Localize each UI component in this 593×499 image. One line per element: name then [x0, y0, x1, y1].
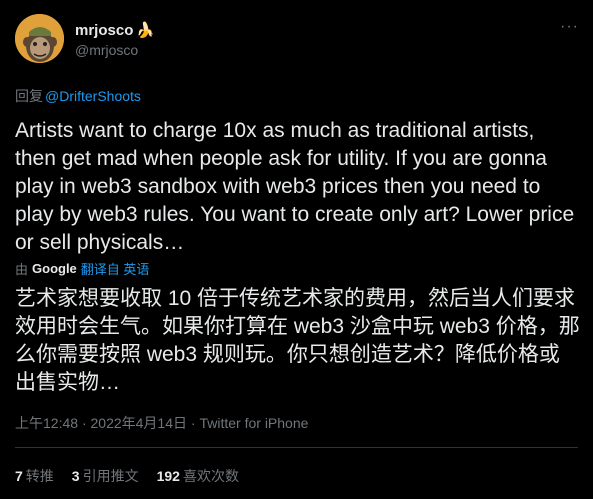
- translated-text: 艺术家想要收取 10 倍于传统艺术家的费用，然后当人们要求效用时会生气。如果你打…: [15, 287, 580, 394]
- tweet-time[interactable]: 上午12:48: [15, 415, 78, 431]
- translated-from-link[interactable]: 翻译自 英语: [81, 259, 150, 278]
- divider: [15, 447, 578, 448]
- reply-context: 回复 @DrifterShoots: [15, 86, 141, 106]
- author-handle[interactable]: @mrjosco: [75, 42, 138, 58]
- translation-attribution: 由 Google 翻译自 英语: [15, 259, 149, 278]
- tweet-date[interactable]: 2022年4月14日: [91, 415, 188, 431]
- reply-prefix: 回复: [15, 88, 43, 104]
- likes-stat[interactable]: 192 喜欢次数: [157, 466, 239, 486]
- author-display-name[interactable]: mrjosco 🍌: [75, 21, 155, 39]
- more-options-icon[interactable]: ···: [560, 18, 579, 36]
- quotes-stat[interactable]: 3 引用推文: [72, 466, 139, 486]
- ape-avatar-icon: [15, 14, 64, 63]
- tweet-source[interactable]: Twitter for iPhone: [199, 415, 308, 431]
- reply-to-link[interactable]: @DrifterShoots: [45, 88, 141, 104]
- meta-separator: ·: [190, 415, 196, 431]
- banana-icon: 🍌: [136, 22, 156, 39]
- retweets-stat[interactable]: 7 转推: [15, 466, 54, 486]
- avatar[interactable]: [15, 14, 64, 63]
- tweet-text: Artists want to charge 10x as much as tr…: [15, 119, 575, 254]
- retweets-label: 转推: [25, 468, 54, 484]
- meta-separator: ·: [81, 415, 87, 431]
- quotes-count: 3: [71, 468, 80, 484]
- translation-from-label: 由: [15, 262, 29, 277]
- author-name-text: mrjosco: [75, 22, 134, 39]
- google-logo: Google: [32, 261, 77, 276]
- quotes-label: 引用推文: [82, 468, 139, 484]
- likes-label: 喜欢次数: [182, 468, 239, 484]
- retweets-count: 7: [15, 468, 23, 484]
- engagement-stats: 7 转推 3 引用推文 192 喜欢次数: [15, 466, 239, 486]
- tweet-meta: 上午12:48 · 2022年4月14日 · Twitter for iPhon…: [15, 413, 308, 433]
- likes-count: 192: [156, 468, 180, 484]
